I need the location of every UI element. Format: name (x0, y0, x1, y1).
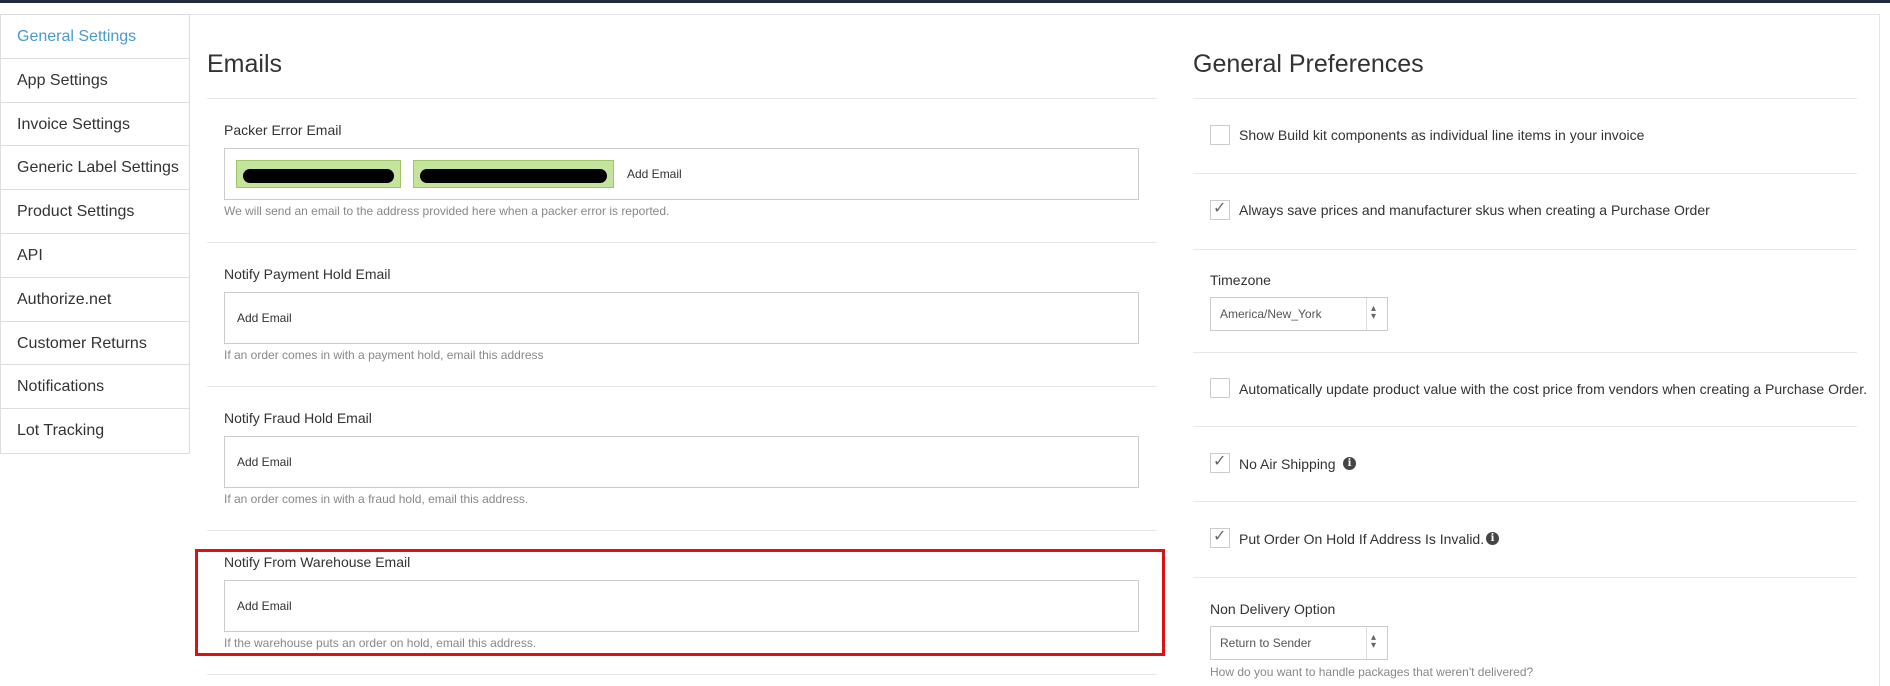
packer-error-email-help: We will send an email to the address pro… (224, 204, 670, 218)
redacted-email (243, 169, 394, 183)
divider (1193, 249, 1857, 250)
redacted-email (420, 169, 607, 183)
timezone-label: Timezone (1210, 272, 1271, 288)
divider (1193, 426, 1857, 427)
auto-update-checkbox[interactable] (1210, 378, 1230, 398)
sidebar-item-general-settings[interactable]: General Settings (1, 15, 189, 59)
general-preferences-title: General Preferences (1193, 50, 1424, 78)
divider (1193, 352, 1857, 353)
add-email-input[interactable]: Add Email (237, 311, 292, 325)
timezone-select[interactable]: America/New_York ▴ ▾ (1210, 297, 1388, 331)
check-icon: ✓ (1213, 200, 1227, 217)
divider (207, 674, 1157, 675)
select-separator (1366, 627, 1367, 659)
emails-title: Emails (207, 50, 283, 78)
highlight-box (195, 549, 1165, 656)
save-prices-checkbox[interactable]: ✓ (1210, 200, 1230, 220)
non-delivery-value: Return to Sender (1220, 636, 1312, 650)
divider (1193, 577, 1857, 578)
hold-invalid-address-label: Put Order On Hold If Address Is Invalid. (1239, 531, 1485, 547)
build-kit-label: Show Build kit components as individual … (1239, 127, 1645, 143)
settings-sidebar: General Settings App Settings Invoice Se… (0, 14, 190, 454)
no-air-shipping-label: No Air Shipping (1239, 456, 1336, 472)
sidebar-item-customer-returns[interactable]: Customer Returns (1, 322, 189, 366)
email-tag[interactable] (236, 160, 401, 188)
add-email-input[interactable]: Add Email (627, 167, 682, 181)
divider (207, 530, 1157, 531)
sidebar-item-api[interactable]: API (1, 234, 189, 278)
sidebar-item-product-settings[interactable]: Product Settings (1, 190, 189, 234)
no-air-shipping-checkbox[interactable]: ✓ (1210, 453, 1230, 473)
payment-hold-email-help: If an order comes in with a payment hold… (224, 348, 544, 362)
sidebar-item-notifications[interactable]: Notifications (1, 365, 189, 410)
info-icon[interactable]: i (1486, 532, 1499, 545)
non-delivery-select[interactable]: Return to Sender ▴ ▾ (1210, 626, 1388, 660)
add-email-input[interactable]: Add Email (237, 455, 292, 469)
save-prices-label: Always save prices and manufacturer skus… (1239, 202, 1710, 218)
packer-error-email-field[interactable]: Add Email (224, 148, 1139, 200)
sidebar-item-lot-tracking[interactable]: Lot Tracking (1, 409, 189, 453)
sidebar-item-authorize-net[interactable]: Authorize.net (1, 278, 189, 322)
build-kit-checkbox[interactable] (1210, 125, 1230, 145)
fraud-hold-email-help: If an order comes in with a fraud hold, … (224, 492, 529, 506)
fraud-hold-email-field[interactable]: Add Email (224, 436, 1139, 488)
hold-invalid-address-checkbox[interactable]: ✓ (1210, 528, 1230, 548)
divider (207, 242, 1157, 243)
timezone-value: America/New_York (1220, 307, 1322, 321)
packer-error-email-label: Packer Error Email (224, 122, 342, 138)
divider (1193, 173, 1857, 174)
auto-update-label: Automatically update product value with … (1239, 381, 1867, 397)
info-icon[interactable]: i (1343, 457, 1356, 470)
check-icon: ✓ (1213, 528, 1227, 545)
divider (1193, 98, 1857, 99)
divider (207, 98, 1157, 99)
sidebar-item-generic-label-settings[interactable]: Generic Label Settings (1, 146, 189, 191)
divider (1193, 501, 1857, 502)
sidebar-item-invoice-settings[interactable]: Invoice Settings (1, 103, 189, 147)
divider (207, 386, 1157, 387)
top-bar (0, 0, 1890, 3)
non-delivery-option-label: Non Delivery Option (1210, 601, 1336, 617)
sidebar-item-app-settings[interactable]: App Settings (1, 59, 189, 103)
email-tag[interactable] (413, 160, 614, 188)
check-icon: ✓ (1213, 453, 1227, 470)
fraud-hold-email-label: Notify Fraud Hold Email (224, 410, 372, 426)
payment-hold-email-field[interactable]: Add Email (224, 292, 1139, 344)
select-arrows-icon: ▴ ▾ (1371, 632, 1377, 651)
non-delivery-help: How do you want to handle packages that … (1210, 665, 1534, 679)
select-separator (1366, 298, 1367, 330)
select-arrows-icon: ▴ ▾ (1371, 303, 1377, 322)
payment-hold-email-label: Notify Payment Hold Email (224, 266, 391, 282)
